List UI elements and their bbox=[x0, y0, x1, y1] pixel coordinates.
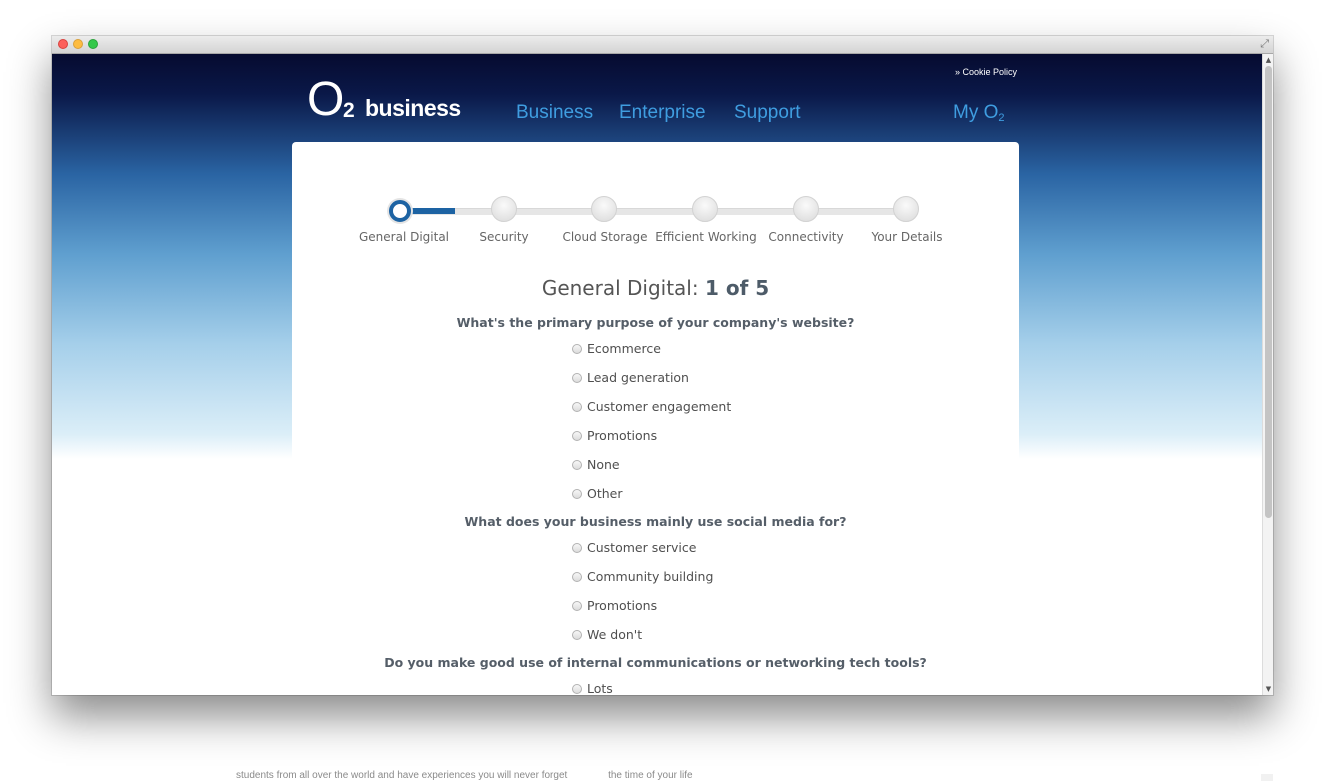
step-label-cloud-storage: Cloud Storage bbox=[562, 230, 648, 244]
option-label[interactable]: Ecommerce bbox=[587, 341, 661, 356]
option-label[interactable]: None bbox=[587, 457, 620, 472]
option-label[interactable]: Community building bbox=[587, 569, 713, 584]
logo-subscript-2: 2 bbox=[343, 99, 355, 122]
step-label-connectivity: Connectivity bbox=[768, 230, 844, 244]
my-o2-subscript: 2 bbox=[998, 112, 1005, 124]
radio-button[interactable] bbox=[572, 373, 582, 383]
radio-button[interactable] bbox=[572, 543, 582, 553]
radio-button[interactable] bbox=[572, 630, 582, 640]
option-community-building[interactable]: Community building bbox=[572, 567, 713, 585]
question-internal-comms: Do you make good use of internal communi… bbox=[384, 655, 927, 670]
window-titlebar[interactable]: ⤢ bbox=[52, 36, 1273, 54]
page-viewport: » Cookie Policy O 2 business Business En… bbox=[52, 54, 1262, 695]
option-customer-engagement[interactable]: Customer engagement bbox=[572, 397, 731, 415]
minimize-window-button[interactable] bbox=[73, 39, 83, 49]
step-marker-efficient-working[interactable] bbox=[692, 196, 718, 222]
option-other[interactable]: Other bbox=[572, 484, 623, 502]
radio-button[interactable] bbox=[572, 460, 582, 470]
nav-support[interactable]: Support bbox=[734, 102, 801, 124]
option-we-dont[interactable]: We don't bbox=[572, 625, 642, 643]
background-text-left: students from all over the world and hav… bbox=[236, 770, 568, 781]
nav-enterprise[interactable]: Enterprise bbox=[619, 102, 706, 124]
vertical-scrollbar[interactable]: ▲ ▼ bbox=[1262, 54, 1273, 695]
option-label[interactable]: Other bbox=[587, 486, 623, 501]
scroll-thumb[interactable] bbox=[1265, 66, 1272, 518]
browser-window: ⤢ » Cookie Policy O 2 business Business … bbox=[52, 36, 1273, 695]
step-marker-cloud-storage[interactable] bbox=[591, 196, 617, 222]
option-social-promotions[interactable]: Promotions bbox=[572, 596, 657, 614]
option-customer-service[interactable]: Customer service bbox=[572, 538, 696, 556]
radio-button[interactable] bbox=[572, 431, 582, 441]
cookie-policy-link[interactable]: » Cookie Policy bbox=[955, 67, 1017, 77]
zoom-window-button[interactable] bbox=[88, 39, 98, 49]
option-promotions[interactable]: Promotions bbox=[572, 426, 657, 444]
nav-my-o2[interactable]: My O2 bbox=[953, 102, 1005, 129]
step-marker-your-details[interactable] bbox=[893, 196, 919, 222]
heading-prefix: General Digital: bbox=[541, 276, 705, 300]
option-lots[interactable]: Lots bbox=[572, 679, 613, 695]
option-label[interactable]: We don't bbox=[587, 627, 642, 642]
background-page-text: students from all over the world and hav… bbox=[236, 770, 796, 781]
option-label[interactable]: Lead generation bbox=[587, 370, 689, 385]
nav-business[interactable]: Business bbox=[516, 102, 593, 124]
step-label-security: Security bbox=[479, 230, 529, 244]
close-window-button[interactable] bbox=[58, 39, 68, 49]
background-edge bbox=[1261, 774, 1273, 781]
option-label[interactable]: Customer engagement bbox=[587, 399, 731, 414]
radio-button[interactable] bbox=[572, 572, 582, 582]
section-heading: General Digital: 1 of 5 bbox=[292, 275, 1019, 301]
question-social-media: What does your business mainly use socia… bbox=[464, 514, 847, 529]
logo-wordmark: business bbox=[365, 95, 461, 121]
option-label[interactable]: Customer service bbox=[587, 540, 696, 555]
radio-button[interactable] bbox=[572, 489, 582, 499]
survey-card: General Digital Security Cloud Storage E… bbox=[292, 142, 1019, 695]
option-none[interactable]: None bbox=[572, 455, 620, 473]
heading-count: 1 of 5 bbox=[704, 276, 770, 300]
step-marker-security[interactable] bbox=[491, 196, 517, 222]
radio-button[interactable] bbox=[572, 601, 582, 611]
fullscreen-icon[interactable]: ⤢ bbox=[1260, 37, 1269, 51]
step-label-your-details: Your Details bbox=[871, 230, 943, 244]
scroll-up-icon[interactable]: ▲ bbox=[1264, 56, 1273, 64]
radio-button[interactable] bbox=[572, 402, 582, 412]
my-o2-text: My O bbox=[953, 102, 999, 123]
option-lead-generation[interactable]: Lead generation bbox=[572, 368, 689, 386]
option-label[interactable]: Lots bbox=[587, 681, 613, 695]
logo-o-glyph: O bbox=[307, 73, 345, 126]
progress-tracker: General Digital Security Cloud Storage E… bbox=[292, 142, 1019, 252]
background-text-right: the time of your life bbox=[608, 770, 693, 781]
radio-button[interactable] bbox=[572, 344, 582, 354]
step-marker-general-digital[interactable] bbox=[389, 200, 411, 222]
option-label[interactable]: Promotions bbox=[587, 428, 657, 443]
question-website-purpose: What's the primary purpose of your compa… bbox=[456, 315, 855, 330]
option-label[interactable]: Promotions bbox=[587, 598, 657, 613]
step-marker-connectivity[interactable] bbox=[793, 196, 819, 222]
radio-button[interactable] bbox=[572, 684, 582, 694]
step-label-general-digital: General Digital bbox=[358, 230, 450, 244]
option-ecommerce[interactable]: Ecommerce bbox=[572, 339, 661, 357]
progress-track bbox=[402, 208, 912, 215]
scroll-down-icon[interactable]: ▼ bbox=[1264, 685, 1273, 693]
step-label-efficient-working: Efficient Working bbox=[655, 230, 757, 244]
